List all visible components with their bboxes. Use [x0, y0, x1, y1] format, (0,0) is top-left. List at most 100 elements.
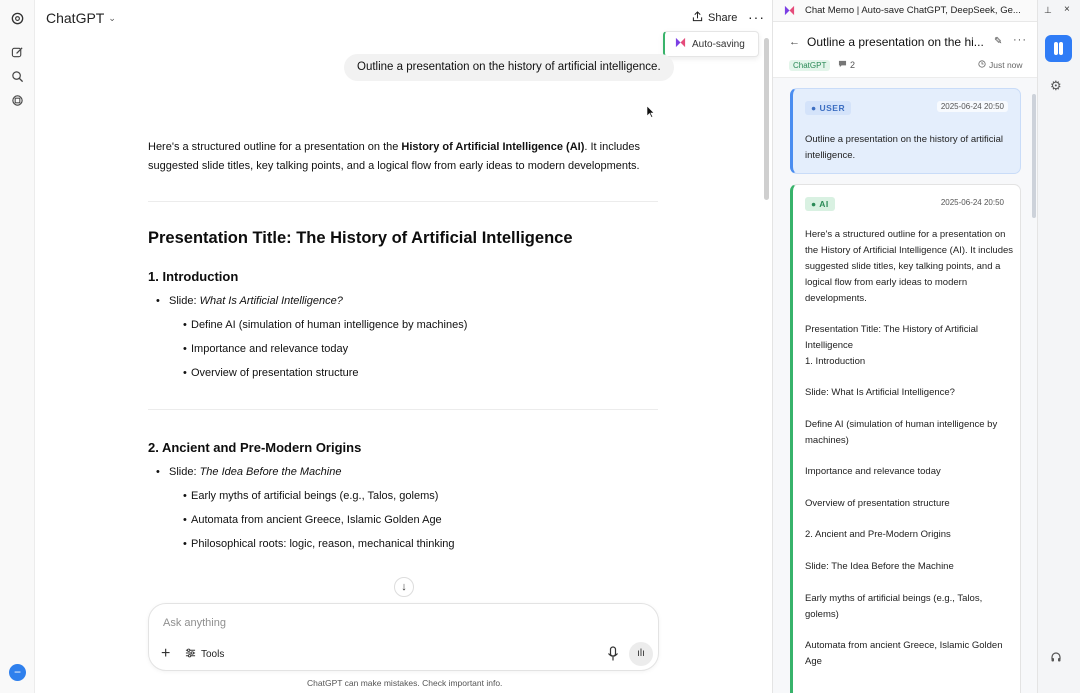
more-options-icon[interactable]: ···	[1013, 34, 1027, 46]
slide-prefix: Slide:	[169, 295, 200, 307]
section-heading: 1. Introduction	[148, 269, 239, 284]
slide-title: The Idea Before the Machine	[199, 466, 342, 478]
conversation-header: ← Outline a presentation on the hi... ✎ …	[773, 22, 1038, 78]
panel-titlebar: Chat Memo | Auto-save ChatGPT, DeepSeek,…	[773, 0, 1038, 22]
clock-icon	[978, 60, 986, 70]
list-item: Overview of presentation structure	[183, 367, 359, 379]
message-paragraph: Slide: What Is Artificial Intelligence?	[805, 387, 955, 398]
app-title: ChatGPT	[46, 10, 105, 26]
list-item-text: Overview of presentation structure	[191, 367, 359, 379]
voice-mode-icon[interactable]: ılı	[629, 642, 653, 666]
intro-bold: History of Artificial Intelligence (AI)	[401, 141, 585, 153]
divider	[148, 409, 658, 410]
message-paragraph: Here's a structured outline for a presen…	[805, 229, 1014, 304]
ai-message-card[interactable]: ● AI 2025-06-24 20:50 Here's a structure…	[790, 184, 1021, 693]
message-timestamp: 2025-06-24 20:50	[936, 101, 1008, 112]
gear-icon[interactable]: ⚙	[1050, 78, 1062, 94]
chat-memo-icon[interactable]	[1045, 35, 1072, 62]
role-label: AI	[819, 199, 829, 209]
disclaimer: ChatGPT can make mistakes. Check importa…	[307, 678, 503, 688]
platform-tag: ChatGPT	[789, 60, 831, 71]
list-item-text: Early myths of artificial beings (e.g., …	[191, 490, 439, 502]
message-text: Outline a presentation on the history of…	[805, 134, 1004, 161]
search-icon[interactable]	[9, 68, 26, 85]
autosave-toast: Auto-saving	[663, 31, 759, 57]
chat-main: ChatGPT ⌄ Share ··· Auto-saving Outline …	[35, 0, 772, 693]
assistant-intro: Here's a structured outline for a presen…	[148, 138, 648, 176]
slide-bullet: Slide: What Is Artificial Intelligence?	[156, 295, 343, 307]
chevron-down-icon: ⌄	[108, 12, 116, 23]
intro-text: Here's a structured outline for a presen…	[148, 141, 402, 153]
close-icon[interactable]: ×	[1064, 4, 1070, 15]
slide-bullet: Slide: The Idea Before the Machine	[156, 466, 342, 478]
library-icon[interactable]	[9, 92, 26, 109]
panel-scrollbar[interactable]	[1032, 94, 1036, 218]
message-paragraph: Presentation Title: The History of Artif…	[805, 324, 979, 351]
pin-icon[interactable]: ⊥	[1044, 5, 1052, 16]
list-item-text: Define AI (simulation of human intellige…	[191, 319, 468, 331]
list-item: Early myths of artificial beings (e.g., …	[183, 490, 438, 502]
user-message-card[interactable]: ● USER 2025-06-24 20:50 Outline a presen…	[790, 88, 1021, 174]
message-count-value: 2	[850, 60, 856, 70]
chat-memo-logo-icon	[675, 37, 686, 51]
list-item-text: Automata from ancient Greece, Islamic Go…	[191, 514, 442, 526]
more-options-icon[interactable]: ···	[748, 9, 765, 25]
chat-memo-panel: Chat Memo | Auto-save ChatGPT, DeepSeek,…	[772, 0, 1038, 693]
comment-icon	[838, 60, 847, 70]
add-attachment-icon[interactable]: +	[161, 645, 170, 663]
profile-badge-icon[interactable]: −	[9, 664, 26, 681]
message-paragraph: Early myths of artificial beings (e.g., …	[805, 593, 983, 620]
microphone-icon[interactable]	[606, 646, 620, 662]
list-item: Define AI (simulation of human intellige…	[183, 319, 467, 331]
composer-input[interactable]: Ask anything	[163, 617, 226, 629]
divider	[148, 201, 658, 202]
message-paragraph: Automata from ancient Greece, Islamic Go…	[805, 640, 1003, 667]
message-count: 2	[838, 60, 855, 70]
tools-label: Tools	[201, 649, 225, 660]
share-button[interactable]: Share	[692, 11, 737, 25]
chat-memo-logo-icon	[784, 5, 795, 16]
left-rail: −	[0, 0, 35, 693]
help-icon[interactable]	[1050, 651, 1062, 666]
slide-prefix: Slide:	[169, 466, 200, 478]
app-window: − ChatGPT ⌄ Share ··· Auto-saving Outlin…	[0, 0, 1080, 693]
list-item: Automata from ancient Greece, Islamic Go…	[183, 514, 442, 526]
user-message-bubble: Outline a presentation on the history of…	[344, 54, 674, 81]
saved-time-value: Just now	[989, 60, 1023, 70]
openai-logo-icon[interactable]	[9, 10, 26, 27]
new-chat-icon[interactable]	[9, 44, 26, 61]
mouse-cursor-icon	[647, 106, 655, 118]
slide-title: What Is Artificial Intelligence?	[199, 295, 343, 307]
message-paragraph: 2. Ancient and Pre-Modern Origins	[805, 529, 951, 540]
scroll-down-button[interactable]: ↓	[394, 577, 414, 597]
list-item-text: Importance and relevance today	[191, 343, 349, 355]
role-badge: ● USER	[805, 101, 852, 115]
share-label: Share	[708, 12, 738, 24]
role-label: USER	[819, 103, 846, 113]
extension-toolbar: ⊥ × ⚙	[1037, 0, 1080, 693]
composer[interactable]: Ask anything + Tools ılı	[148, 603, 659, 671]
presentation-heading: Presentation Title: The History of Artif…	[148, 229, 573, 247]
extension-title: Chat Memo | Auto-save ChatGPT, DeepSeek,…	[805, 5, 1021, 16]
sliders-icon	[185, 648, 196, 661]
list-item: Importance and relevance today	[183, 343, 348, 355]
saved-time: Just now	[978, 60, 1023, 70]
role-badge: ● AI	[805, 197, 835, 211]
message-paragraph: Overview of presentation structure	[805, 498, 950, 509]
message-paragraph: Define AI (simulation of human intellige…	[805, 419, 998, 446]
message-timestamp: 2025-06-24 20:50	[936, 197, 1008, 208]
list-item: Philosophical roots: logic, reason, mech…	[183, 538, 455, 550]
model-selector[interactable]: ChatGPT ⌄	[46, 10, 116, 26]
autosave-label: Auto-saving	[692, 38, 745, 50]
message-paragraph: 1. Introduction	[805, 356, 866, 367]
conversation-title: Outline a presentation on the hi...	[807, 35, 984, 49]
back-arrow-icon[interactable]: ←	[789, 36, 800, 48]
message-paragraph: Slide: The Idea Before the Machine	[805, 561, 954, 572]
edit-icon[interactable]: ✎	[994, 36, 1002, 47]
share-icon	[692, 11, 703, 25]
scrollbar[interactable]	[764, 38, 769, 200]
list-item-text: Philosophical roots: logic, reason, mech…	[191, 538, 455, 550]
section-heading: 2. Ancient and Pre-Modern Origins	[148, 440, 362, 455]
tools-button[interactable]: Tools	[185, 648, 224, 661]
message-paragraph: Importance and relevance today	[805, 466, 941, 477]
